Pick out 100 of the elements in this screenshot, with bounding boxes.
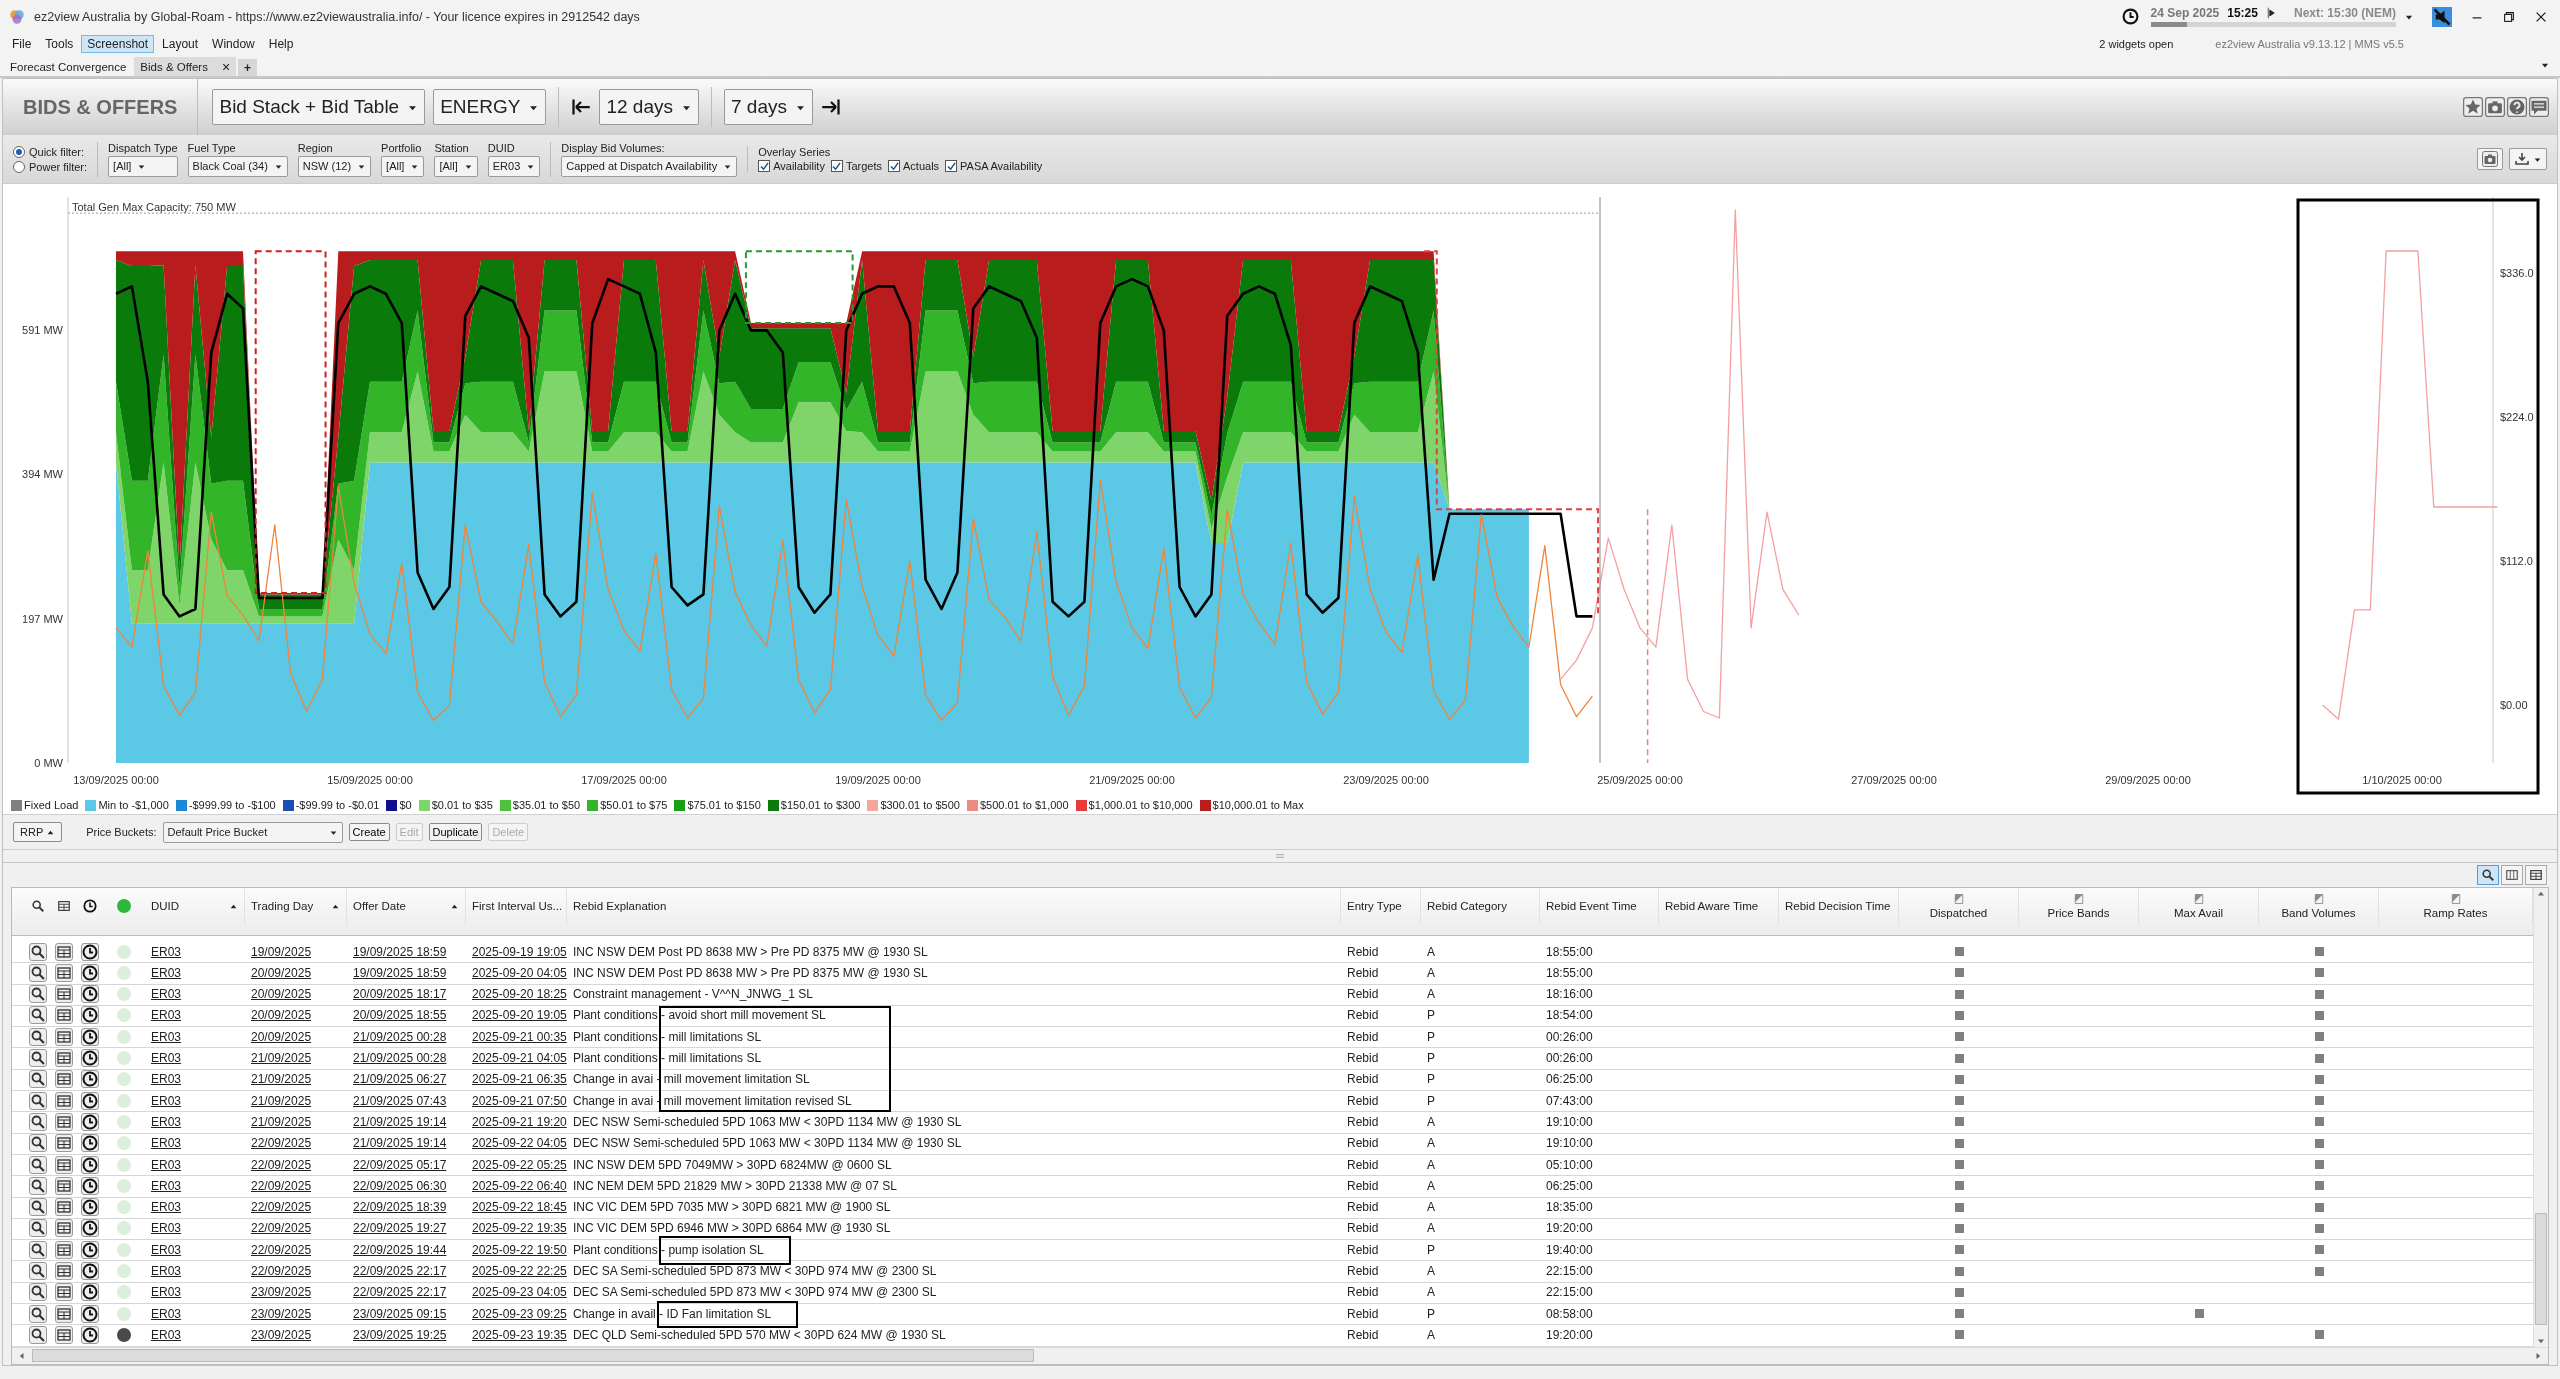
table-link[interactable]: 19/09/2025 18:59: [351, 965, 449, 980]
mute-icon[interactable]: [2432, 6, 2452, 27]
clock-icon[interactable]: [81, 1049, 99, 1068]
table-row[interactable]: ER03 23/09/2025 22/09/2025 22:17 2025-09-23 04:05 DEC SA Semi-scheduled 5PD 873 MW < 30PD 974 MW @ 2300 SL Rebid A 22:15:00: [12, 1282, 2533, 1305]
table-icon[interactable]: [55, 1262, 73, 1280]
table-icon[interactable]: [55, 1091, 73, 1110]
table-link[interactable]: ER03: [149, 1285, 184, 1300]
table-row[interactable]: ER03 21/09/2025 21/09/2025 06:27 2025-09-21 06:35 Change in avai - mill movement limitation SL Rebid P 06:25:00: [12, 1069, 2533, 1092]
search-icon[interactable]: [29, 1304, 47, 1323]
table-row[interactable]: ER03 22/09/2025 22/09/2025 19:44 2025-09-22 19:50 Plant conditions - pump isolation SL Rebid P 19:40:00: [12, 1240, 2533, 1262]
table-link[interactable]: 22/09/2025 22:17: [351, 1285, 449, 1300]
table-row[interactable]: ER03 22/09/2025 22/09/2025 06:30 2025-09-22 06:40 INC NEM DEM 5PD 21829 MW > 30PD 21338 MW @ 07 SL Rebid A 06:25:00: [12, 1176, 2533, 1198]
table-link[interactable]: 2025-09-22 06:40: [470, 1178, 569, 1193]
table-row[interactable]: ER03 19/09/2025 19/09/2025 18:59 2025-09-19 19:05 INC NSW DEM Post PD 8638 MW > Pre PD 8375 MW @ 1930 SL Rebid A 18:55:00: [12, 942, 2533, 964]
column-header[interactable]: Rebid Category: [1421, 888, 1540, 925]
maximize-icon[interactable]: [2502, 9, 2516, 24]
checkbox[interactable]: [888, 160, 900, 172]
table-row[interactable]: ER03 20/09/2025 19/09/2025 18:59 2025-09-20 04:05 INC NSW DEM Post PD 8638 MW > Pre PD 8375 MW @ 1930 SL Rebid A 18:55:00: [12, 963, 2533, 985]
clock-icon[interactable]: [81, 1027, 99, 1046]
table-link[interactable]: 2025-09-20 19:05: [470, 1008, 569, 1023]
scrollbar-thumb[interactable]: [2535, 1212, 2547, 1325]
tab[interactable]: Forecast Convergence: [4, 57, 133, 76]
table-link[interactable]: ER03: [149, 1136, 184, 1151]
table-link[interactable]: 2025-09-22 19:50: [470, 1242, 569, 1257]
table-link[interactable]: ER03: [149, 1264, 184, 1278]
search-icon[interactable]: [29, 985, 47, 1004]
jump-to-end-icon[interactable]: [820, 97, 841, 117]
table-icon[interactable]: [55, 1049, 73, 1068]
table-link[interactable]: ER03: [149, 1242, 184, 1257]
column-header[interactable]: Dispatched: [1899, 888, 2019, 925]
checkbox[interactable]: [830, 160, 843, 172]
table-row[interactable]: ER03 21/09/2025 21/09/2025 19:14 2025-09-21 19:20 DEC NSW Semi-scheduled 5PD 1063 MW < 30PD 1134 MW @ 1930 SL Rebid A 19:10:00: [12, 1112, 2533, 1134]
export-button[interactable]: [2509, 148, 2547, 170]
clock-icon[interactable]: [81, 1304, 99, 1323]
search-icon[interactable]: [29, 1091, 47, 1110]
table-link[interactable]: ER03: [149, 987, 184, 1002]
search-icon[interactable]: [29, 1049, 47, 1068]
search-icon[interactable]: [29, 1070, 47, 1089]
view-dropdown[interactable]: Bid Stack + Bid Table: [212, 89, 426, 125]
table-link[interactable]: 23/09/2025: [249, 1306, 314, 1321]
column-header[interactable]: First Interval Us...: [466, 888, 567, 925]
table-row[interactable]: ER03 20/09/2025 20/09/2025 18:17 2025-09-20 18:25 Constraint management - V^^N_JNWG_1 SL Rebid A 18:16:00: [12, 984, 2533, 1006]
table-link[interactable]: 2025-09-20 04:05: [470, 965, 569, 980]
table-link[interactable]: 21/09/2025: [249, 1051, 314, 1066]
table-link[interactable]: 2025-09-23 09:25: [470, 1306, 569, 1321]
menu-item[interactable]: Help: [262, 34, 300, 53]
search-icon[interactable]: [29, 1006, 47, 1025]
table-link[interactable]: ER03: [149, 1178, 184, 1193]
table-link[interactable]: ER03: [149, 1051, 184, 1066]
table-link[interactable]: 21/09/2025: [249, 1093, 314, 1108]
column-header[interactable]: DUID: [145, 888, 245, 925]
table-link[interactable]: 22/09/2025 19:44: [351, 1242, 449, 1257]
table-link[interactable]: 22/09/2025: [249, 1136, 314, 1151]
table-icon[interactable]: [55, 1155, 73, 1174]
search-icon[interactable]: [31, 899, 45, 914]
tab[interactable]: Bids & Offers ×: [134, 57, 237, 76]
table-icon[interactable]: [55, 1134, 73, 1153]
search-icon[interactable]: [29, 1176, 47, 1195]
clock-icon[interactable]: [81, 1070, 99, 1089]
search-icon[interactable]: [29, 1240, 47, 1259]
table-icon[interactable]: [57, 899, 71, 914]
clock-icon[interactable]: [81, 1134, 99, 1153]
menu-item[interactable]: File: [6, 34, 38, 53]
table-link[interactable]: ER03: [149, 1221, 184, 1236]
menu-item[interactable]: Layout: [156, 34, 205, 53]
table-row[interactable]: ER03 22/09/2025 22/09/2025 18:39 2025-09-22 18:45 INC VIC DEM 5PD 7035 MW > 30PD 6821 MW @ 1900 SL Rebid A 18:35:00: [12, 1197, 2533, 1219]
search-icon[interactable]: [29, 1219, 47, 1238]
clock-icon[interactable]: [81, 1176, 99, 1195]
table-icon[interactable]: [55, 963, 73, 982]
table-link[interactable]: 2025-09-22 19:35: [470, 1221, 569, 1236]
table-icon[interactable]: [55, 1027, 73, 1046]
table-link[interactable]: 2025-09-23 04:05: [470, 1285, 569, 1300]
table-link[interactable]: 21/09/2025 19:14: [351, 1114, 449, 1129]
search-icon[interactable]: [29, 1027, 47, 1046]
price-bucket-dropdown[interactable]: Default Price Bucket: [162, 821, 343, 843]
table-row[interactable]: ER03 20/09/2025 20/09/2025 18:55 2025-09-20 19:05 Plant conditions - avoid short mill movement SL Rebid P 18:54:00: [12, 1005, 2533, 1028]
table-link[interactable]: 21/09/2025: [249, 1072, 314, 1087]
scrollbar-thumb[interactable]: [32, 1349, 1034, 1363]
table-link[interactable]: ER03: [149, 1157, 184, 1172]
table-link[interactable]: ER03: [149, 1093, 184, 1108]
window-dropdown[interactable]: 7 days: [724, 89, 813, 125]
clock-icon[interactable]: [81, 963, 99, 982]
bucket-button[interactable]: Create: [348, 823, 390, 841]
menu-item[interactable]: Screenshot: [81, 34, 155, 53]
search-icon[interactable]: [29, 963, 47, 982]
table-link[interactable]: 2025-09-20 18:25: [470, 987, 569, 1002]
table-icon[interactable]: [55, 1283, 73, 1302]
clock-icon[interactable]: [81, 1283, 99, 1302]
table-link[interactable]: ER03: [149, 1029, 184, 1044]
table-link[interactable]: 19/09/2025: [249, 944, 314, 959]
table-link[interactable]: 2025-09-19 19:05: [470, 944, 569, 959]
table-link[interactable]: 20/09/2025: [249, 1008, 314, 1023]
filter-dropdown[interactable]: Capped at Dispatch Availability: [561, 155, 738, 177]
table-row[interactable]: ER03 22/09/2025 22/09/2025 22:17 2025-09-22 22:25 DEC SA Semi-scheduled 5PD 873 MW < 30PD 974 MW @ 2300 SL Rebid A 22:15:00: [12, 1261, 2533, 1283]
table-link[interactable]: ER03: [149, 1327, 184, 1342]
table-icon[interactable]: [55, 1070, 73, 1089]
table-link[interactable]: 22/09/2025 18:39: [351, 1200, 449, 1215]
clock-icon[interactable]: [81, 1112, 99, 1131]
add-tab-button[interactable]: +: [238, 59, 258, 76]
table-link[interactable]: 2025-09-22 22:25: [470, 1264, 569, 1278]
